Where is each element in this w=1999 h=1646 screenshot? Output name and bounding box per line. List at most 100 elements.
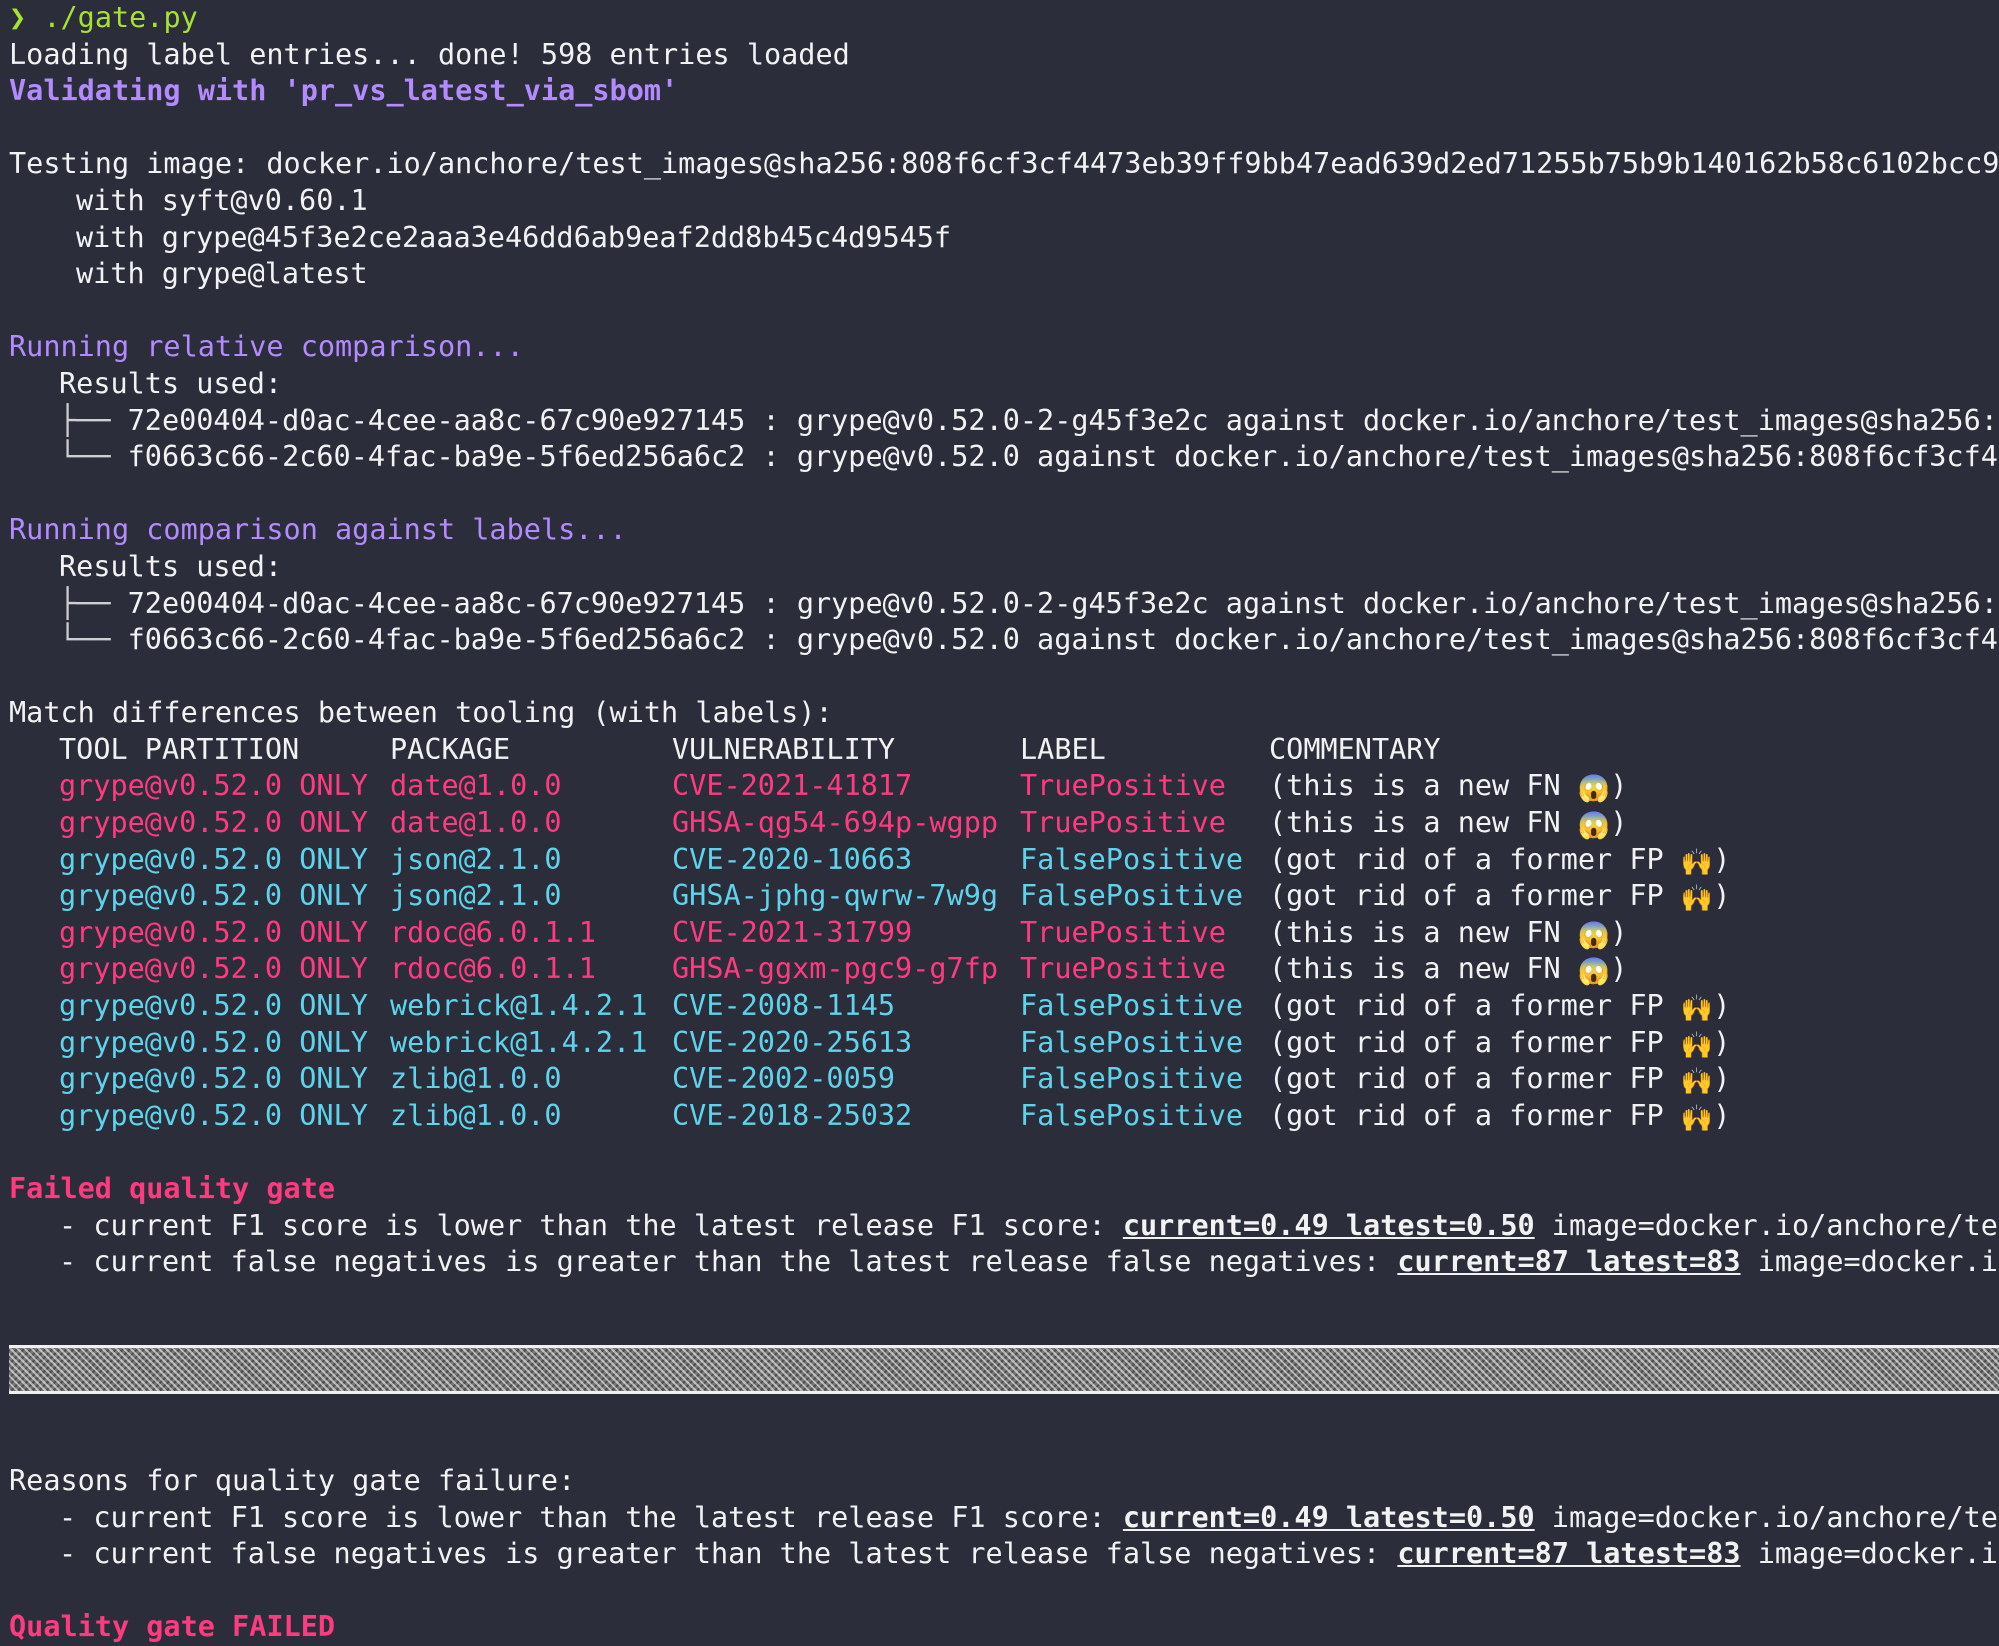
cell-tool-partition: grype@v0.52.0 ONLY [59, 989, 368, 1023]
reason-prefix: - current false negatives is greater tha… [59, 1245, 1398, 1279]
cell-label: FalsePositive [1020, 842, 1244, 876]
cell-tool-partition: grype@v0.52.0 ONLY [59, 1062, 368, 1096]
result-text: f0663c66-2c60-4fac-ba9e-5f6ed256a6c2 : g… [127, 440, 1999, 474]
commentary-close: ) [1713, 989, 1731, 1023]
raised-hands-emoji-icon: 🙌 [1680, 994, 1714, 1025]
tree-branch: └── [59, 623, 128, 657]
result-entry: └── f0663c66-2c60-4fac-ba9e-5f6ed256a6c2… [9, 439, 1999, 476]
cell-commentary: (got rid of a former FP 🙌) [1269, 1061, 1999, 1098]
relative-comparison-heading: Running relative comparison... [9, 330, 524, 364]
failure-reason: - current F1 score is lower than the lat… [9, 1208, 1999, 1245]
commentary-text: (this is a new FN [1269, 915, 1578, 949]
tool-line: with grype@latest [76, 257, 368, 291]
cell-package: zlib@1.0.0 [390, 1098, 562, 1132]
cell-vulnerability: GHSA-jphg-qwrw-7w9g [672, 879, 999, 913]
header-commentary: COMMENTARY [1269, 732, 1441, 766]
final-status: Quality gate FAILED [9, 1610, 336, 1644]
table-row: grype@v0.52.0 ONLY webrick@1.4.2.1 CVE-200… [9, 988, 1999, 1025]
scream-emoji-icon: 😱 [1577, 957, 1611, 988]
header-tool-partition: TOOL PARTITION [59, 732, 300, 766]
cell-label: FalsePositive [1020, 879, 1244, 913]
cell-package: date@1.0.0 [390, 769, 562, 803]
cell-commentary: (got rid of a former FP 🙌) [1269, 988, 1999, 1025]
cell-vulnerability: CVE-2021-31799 [672, 915, 913, 949]
terminal-output-summary: Reasons for quality gate failure: - curr… [9, 1463, 1999, 1646]
cell-tool-partition: grype@v0.52.0 ONLY [59, 915, 368, 949]
cell-vulnerability: CVE-2021-41817 [672, 769, 913, 803]
cell-commentary: (this is a new FN 😱) [1269, 768, 1999, 805]
failed-gate-heading: Failed quality gate [9, 1172, 336, 1205]
table-row: grype@v0.52.0 ONLY rdoc@6.0.1.1 GHSA-ggxm-… [9, 951, 1999, 988]
results-used-label: Results used: [59, 366, 283, 400]
cell-tool-partition: grype@v0.52.0 ONLY [59, 769, 368, 803]
summary-heading: Reasons for quality gate failure: [9, 1464, 576, 1497]
table-row: grype@v0.52.0 ONLY date@1.0.0 CVE-2021-418… [9, 768, 1999, 805]
commentary-close: ) [1713, 1098, 1731, 1132]
reason-prefix: - current F1 score is lower than the lat… [59, 1208, 1123, 1242]
commentary-text: (this is a new FN [1269, 952, 1578, 986]
results-used-label: Results used: [59, 549, 283, 583]
header-label: LABEL [1020, 732, 1106, 766]
failure-reason: - current false negatives is greater tha… [9, 1536, 1999, 1573]
reason-suffix: image=docker.io/an [1757, 1245, 1999, 1279]
cell-commentary: (this is a new FN 😱) [1269, 805, 1999, 842]
reason-values: current=0.49 latest=0.50 [1122, 1208, 1535, 1242]
cell-vulnerability: CVE-2008-1145 [672, 989, 896, 1023]
cell-package: json@2.1.0 [390, 879, 562, 913]
reason-suffix: image=docker.io/an [1757, 1537, 1999, 1571]
cell-commentary: (got rid of a former FP 🙌) [1269, 1098, 1999, 1135]
tree-branch: ├── [59, 586, 128, 620]
header-package: PACKAGE [390, 732, 511, 766]
cell-label: FalsePositive [1020, 989, 1244, 1023]
cell-vulnerability: CVE-2018-25032 [672, 1098, 913, 1132]
raised-hands-emoji-icon: 🙌 [1680, 884, 1714, 915]
commentary-close: ) [1610, 915, 1628, 949]
commentary-text: (this is a new FN [1269, 769, 1578, 803]
commentary-close: ) [1713, 842, 1731, 876]
testing-image-line: Testing image: docker.io/anchore/test_im… [9, 147, 1999, 181]
commentary-text: (got rid of a former FP [1269, 879, 1681, 913]
cell-commentary: (this is a new FN 😱) [1269, 951, 1999, 988]
reason-suffix: image=docker.io/anchore/test_i [1551, 1208, 1999, 1242]
failure-reason: - current F1 score is lower than the lat… [9, 1500, 1999, 1537]
raised-hands-emoji-icon: 🙌 [1680, 847, 1714, 878]
commentary-text: (this is a new FN [1269, 806, 1578, 840]
loading-line: Loading label entries... done! 598 entri… [9, 37, 850, 71]
differences-heading: Match differences between tooling (with … [9, 696, 833, 730]
cell-label: TruePositive [1020, 952, 1226, 986]
commentary-text: (got rid of a former FP [1269, 989, 1681, 1023]
cell-package: webrick@1.4.2.1 [390, 989, 648, 1023]
cell-label: TruePositive [1020, 915, 1226, 949]
tool-line: with syft@v0.60.1 [76, 183, 368, 217]
cell-package: json@2.1.0 [390, 842, 562, 876]
table-row: grype@v0.52.0 ONLY date@1.0.0 GHSA-qg54-69… [9, 805, 1999, 842]
differences-table-body: grype@v0.52.0 ONLY date@1.0.0 CVE-2021-418… [9, 768, 1999, 1134]
separator-bar [9, 1345, 1999, 1394]
result-text: 72e00404-d0ac-4cee-aa8c-67c90e927145 : g… [127, 403, 1999, 437]
result-text: f0663c66-2c60-4fac-ba9e-5f6ed256a6c2 : g… [127, 623, 1999, 657]
commentary-close: ) [1713, 1025, 1731, 1059]
result-entry: └── f0663c66-2c60-4fac-ba9e-5f6ed256a6c2… [9, 622, 1999, 659]
cell-label: FalsePositive [1020, 1062, 1244, 1096]
table-row: grype@v0.52.0 ONLY json@2.1.0 GHSA-jphg-qw… [9, 878, 1999, 915]
validating-line: Validating with 'pr_vs_latest_via_sbom' [9, 74, 679, 108]
tool-line: with grype@45f3e2ce2aaa3e46dd6ab9eaf2dd8… [76, 220, 952, 254]
table-row: grype@v0.52.0 ONLY json@2.1.0 CVE-2020-106… [9, 842, 1999, 879]
raised-hands-emoji-icon: 🙌 [1680, 1030, 1714, 1061]
commentary-close: ) [1610, 806, 1628, 840]
cell-commentary: (got rid of a former FP 🙌) [1269, 878, 1999, 915]
cell-vulnerability: CVE-2002-0059 [672, 1062, 896, 1096]
cell-vulnerability: CVE-2020-10663 [672, 842, 913, 876]
result-entry: ├── 72e00404-d0ac-4cee-aa8c-67c90e927145… [9, 586, 1999, 623]
cell-tool-partition: grype@v0.52.0 ONLY [59, 952, 368, 986]
commentary-text: (got rid of a former FP [1269, 1025, 1681, 1059]
cell-vulnerability: CVE-2020-25613 [672, 1025, 913, 1059]
cell-package: rdoc@6.0.1.1 [390, 952, 596, 986]
reason-suffix: image=docker.io/anchore/test_i [1551, 1500, 1999, 1534]
cell-label: FalsePositive [1020, 1025, 1244, 1059]
